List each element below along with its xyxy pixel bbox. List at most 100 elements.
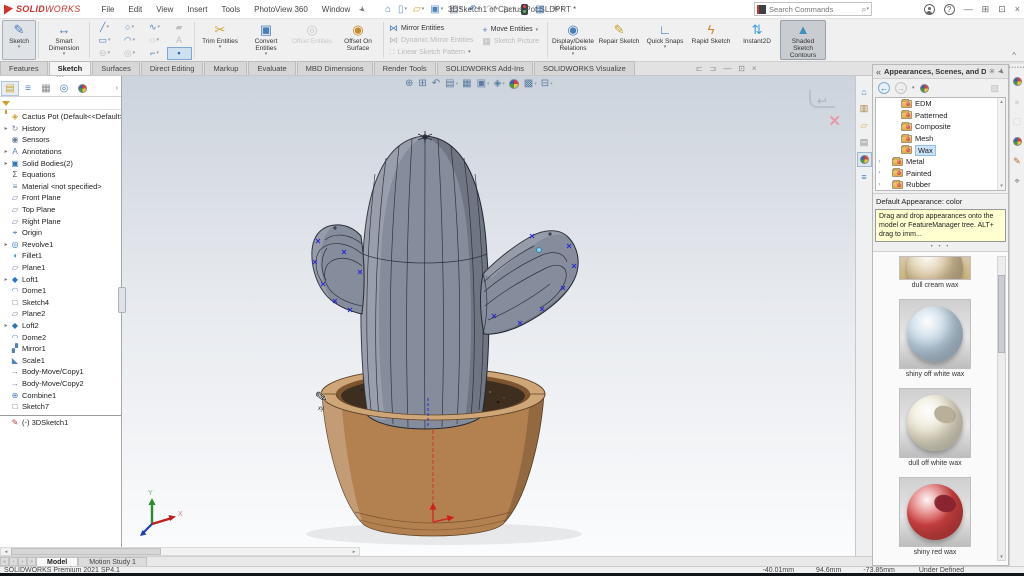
search-input[interactable] xyxy=(769,5,861,14)
user-avatar-icon[interactable] xyxy=(924,4,935,15)
rapid-sketch-button[interactable]: ϟ Rapid Sketch xyxy=(688,20,734,60)
cancel-sketch-icon[interactable]: ✕ xyxy=(828,112,841,130)
appearance-preview[interactable] xyxy=(899,299,971,369)
trim-entities-button[interactable]: ✂ Trim Entities ▾ xyxy=(197,20,243,60)
filter-icon[interactable] xyxy=(2,101,10,106)
offset-on-surface-button[interactable]: ◉ Offset On Surface xyxy=(335,20,381,60)
command-tab[interactable]: SOLIDWORKS Add-Ins xyxy=(437,61,533,75)
scroll-down-icon[interactable]: ▾ xyxy=(998,554,1005,560)
appearance-category[interactable]: › Painted xyxy=(876,168,1005,180)
command-tab[interactable]: SOLIDWORKS Visualize xyxy=(534,61,635,75)
doc-restore-icon[interactable]: ⊡ xyxy=(738,64,745,73)
tree-scrollbar[interactable]: ▴ ▾ xyxy=(997,98,1005,190)
model-tab[interactable]: Motion Study 1 xyxy=(78,557,147,567)
appearance-category[interactable]: EDM xyxy=(876,98,1005,110)
line-tool[interactable]: ╱ ▾ xyxy=(92,21,117,34)
feature-tree-item[interactable]: □ Sketch7 xyxy=(0,401,121,413)
feature-tree-item[interactable]: → Body-Move/Copy2 xyxy=(0,378,121,390)
scroll-up-icon[interactable]: ▴ xyxy=(1000,99,1003,105)
menu-item[interactable]: Window xyxy=(315,3,357,16)
back-icon[interactable]: ← xyxy=(878,82,890,94)
search-caret-icon[interactable]: ▾ xyxy=(866,6,869,12)
view-orientation-icon[interactable]: ▣ ▾ xyxy=(477,78,490,89)
feature-tree-item[interactable]: ✎ (-) 3DSketch1 xyxy=(0,415,121,427)
move-entities-item[interactable]: + Move Entities ▾ xyxy=(479,24,545,35)
feature-tree-item[interactable]: ▱ Plane2 xyxy=(0,308,121,320)
feature-tree-item[interactable]: ▱ Plane1 xyxy=(0,262,121,274)
prev-document-icon[interactable]: ⊏ xyxy=(696,64,703,73)
expand-arrow-icon[interactable]: › xyxy=(876,182,883,188)
favorites-icon[interactable] xyxy=(1010,134,1024,149)
sketch-button[interactable]: ✎ Sketch ▾ xyxy=(2,20,36,60)
linear-sketch-pattern-item[interactable]: ∷ Linear Sketch Pattern ▾ xyxy=(386,47,479,58)
next-document-icon[interactable]: ⊐ xyxy=(710,64,717,73)
apply-scene-icon[interactable]: ▩ ▾ xyxy=(524,78,537,89)
feature-tree-item[interactable]: ▸ ▣ Solid Bodies(2) xyxy=(0,157,121,169)
circle-tool[interactable]: ○ ▾ xyxy=(117,21,142,34)
tab-solidworks-resources[interactable]: ⌂ xyxy=(857,84,872,99)
feature-tree-item[interactable]: ▱ Top Plane xyxy=(0,204,121,216)
fillet-tool[interactable]: ⌐ ▾ xyxy=(142,47,167,60)
pane-splitter[interactable]: • • • xyxy=(873,243,1008,252)
layout-icon[interactable]: ⊞ xyxy=(982,4,990,15)
new-document-icon[interactable]: ▯ ▾ xyxy=(395,3,410,16)
rectangle-tool[interactable]: ▭ ▾ xyxy=(92,34,117,47)
feature-tree-item[interactable]: ◣ Scale1 xyxy=(0,354,121,366)
thumbnail-scrollbar[interactable]: ▾ xyxy=(997,256,1006,561)
command-tab[interactable]: Markup xyxy=(204,61,247,75)
ellipse-tool[interactable]: ○ ▾ xyxy=(142,34,167,47)
tab-dimxpert[interactable]: ◎ xyxy=(55,81,73,96)
text-tool[interactable]: A xyxy=(167,34,192,47)
save-icon[interactable]: ▣ ▾ xyxy=(427,3,446,16)
expand-arrow-icon[interactable]: › xyxy=(876,159,883,165)
feature-tree-item[interactable]: ≡ Material <not specified> xyxy=(0,181,121,193)
command-tab[interactable]: Evaluate xyxy=(248,61,295,75)
panel-splitter[interactable] xyxy=(118,287,126,313)
offset-entities-button[interactable]: ◎ Offset Entities xyxy=(289,20,335,60)
appearance-category[interactable]: Wax xyxy=(876,144,1005,156)
print-icon[interactable]: ▤ ▾ xyxy=(446,3,465,16)
appearance-dull-cream-wax[interactable]: dull cream wax xyxy=(899,256,994,289)
next-tab-icon[interactable]: › xyxy=(18,557,27,566)
point-tool[interactable]: ▪ xyxy=(167,47,192,60)
tree-horizontal-scrollbar[interactable]: ◂ ▸ xyxy=(0,547,360,556)
doc-close-icon[interactable]: × xyxy=(752,64,757,73)
appearance-dull-off-white-wax[interactable]: dull off white wax xyxy=(899,388,994,467)
appearance-shiny-off-white-wax[interactable]: shiny off white wax xyxy=(899,299,994,378)
zoom-fit-icon[interactable]: ⊕ xyxy=(405,78,414,89)
appearance-category[interactable]: Mesh xyxy=(876,133,1005,145)
appearance-category[interactable]: › Metal xyxy=(876,156,1005,168)
pane-options-icon[interactable]: ✳ xyxy=(989,67,996,76)
performance-icon[interactable] xyxy=(518,3,532,16)
command-tab[interactable]: Direct Editing xyxy=(141,61,204,75)
feature-tree-item[interactable]: ▸ A Annotations xyxy=(0,146,121,158)
feature-tree-item[interactable]: → Body-Move/Copy1 xyxy=(0,366,121,378)
feature-tree-item[interactable]: ◠ Dome2 xyxy=(0,331,121,343)
last-tab-icon[interactable]: » xyxy=(27,557,36,566)
expand-arrow-icon[interactable]: ▸ xyxy=(2,148,10,155)
expand-arrow-icon[interactable]: ▸ xyxy=(2,160,10,167)
scroll-down-icon[interactable]: ▾ xyxy=(1000,183,1003,189)
menu-item[interactable]: Edit xyxy=(121,3,149,16)
xpert-icon[interactable]: ▦ xyxy=(532,3,548,16)
feature-tree-item[interactable]: ▸ ↻ History xyxy=(0,123,121,135)
tab-featuremanager-tree[interactable]: ▤ xyxy=(1,81,19,96)
smart-dimension-button[interactable]: ↔ Smart Dimension ▾ xyxy=(41,20,87,60)
menu-item[interactable]: PhotoView 360 xyxy=(247,3,315,16)
scenes-icon[interactable]: ● xyxy=(1010,94,1024,109)
decals-icon[interactable]: ▢ xyxy=(1010,114,1024,129)
exit-sketch-icon[interactable]: ↩ xyxy=(817,94,827,108)
first-tab-icon[interactable]: « xyxy=(0,557,9,566)
expand-arrow-icon[interactable]: ▸ xyxy=(2,322,10,329)
dynamic-mirror-item[interactable]: ⋈ Dynamic Mirror Entities xyxy=(386,35,479,46)
menu-item[interactable]: Insert xyxy=(180,3,214,16)
feature-tree-item[interactable]: ◖ Fillet1 xyxy=(0,250,121,262)
display-style-icon[interactable]: ◈ ▾ xyxy=(494,78,505,89)
view-selector-icon[interactable]: ▦ xyxy=(462,78,472,89)
tab-custom-properties[interactable]: ≡ xyxy=(857,169,872,184)
appearance-wheel-icon[interactable] xyxy=(920,84,929,93)
zoom-to-area-icon[interactable]: ⊞ xyxy=(418,78,427,89)
expand-arrow-icon[interactable]: ▸ xyxy=(2,241,10,248)
slot-tool[interactable]: ⊖ ▾ xyxy=(92,47,117,60)
close-icon[interactable]: × xyxy=(1015,4,1020,15)
